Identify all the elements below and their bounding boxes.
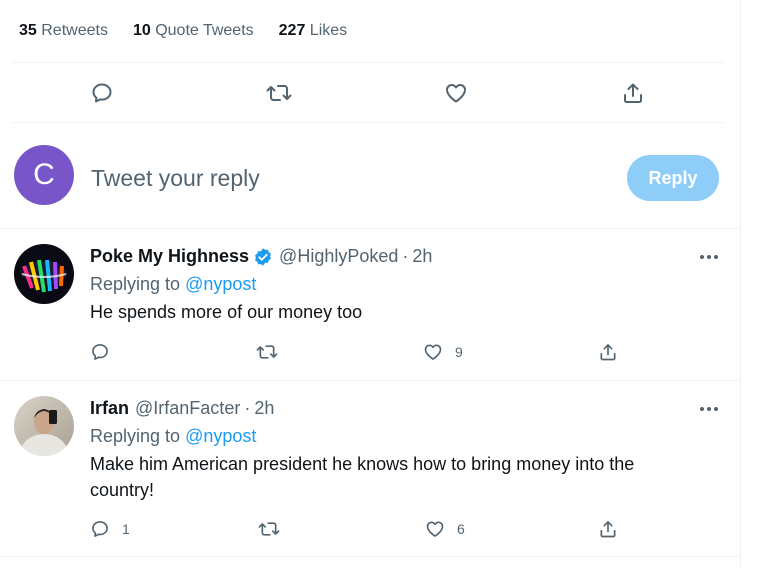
- share-icon: [600, 521, 616, 538]
- separator-dot: ·: [244, 398, 251, 418]
- tweet-stats: 35 Retweets 10 Quote Tweets 227 Likes: [19, 20, 372, 42]
- share-action-button[interactable]: [598, 341, 618, 363]
- more-options-button[interactable]: [698, 247, 720, 267]
- share-action-button[interactable]: [620, 80, 646, 106]
- tweet-text: Make him American president he knows how…: [90, 454, 635, 500]
- heart-icon: [426, 521, 444, 537]
- user-handle[interactable]: @HighlyPoked: [279, 246, 398, 267]
- retweet-action-button[interactable]: [258, 518, 292, 540]
- tweet-text: He spends more of our money too: [90, 302, 363, 322]
- reply-action-button[interactable]: [90, 341, 122, 363]
- replying-to: Replying to @nypost: [90, 426, 256, 447]
- retweet-icon: [256, 345, 278, 359]
- reply-action-button[interactable]: [89, 80, 115, 106]
- likes-stat[interactable]: 227 Likes: [279, 22, 348, 40]
- replying-prefix: Replying to: [90, 274, 181, 294]
- replying-to: Replying to @nypost: [90, 274, 256, 295]
- separator-dot: ·: [402, 246, 409, 266]
- like-action-button[interactable]: 9: [423, 341, 463, 363]
- retweets-stat[interactable]: 35 Retweets: [19, 22, 108, 40]
- retweet-action-button[interactable]: [266, 80, 292, 106]
- reply-action-button[interactable]: 1: [90, 518, 130, 540]
- more-options-button[interactable]: [698, 399, 720, 419]
- like-count: 6: [457, 521, 465, 537]
- divider: [0, 556, 741, 557]
- divider: [13, 122, 723, 123]
- heart-icon: [446, 84, 466, 103]
- heart-icon: [424, 344, 442, 360]
- reply-tweet[interactable]: Irfan @IrfanFacter · 2h Replying to @nyp…: [0, 381, 741, 556]
- more-icon: [700, 407, 718, 411]
- share-icon: [624, 83, 642, 103]
- avatar-image: [14, 396, 74, 456]
- user-handle[interactable]: @IrfanFacter: [135, 398, 240, 419]
- retweet-icon: [266, 85, 292, 101]
- timestamp[interactable]: 2h: [412, 246, 432, 267]
- tweet-detail-column: 35 Retweets 10 Quote Tweets 227 Likes C …: [0, 0, 741, 568]
- comment-icon: [92, 83, 112, 103]
- divider: [13, 62, 723, 63]
- avatar[interactable]: [14, 244, 74, 304]
- avatar-letter: C: [33, 158, 55, 191]
- like-count: 9: [455, 344, 463, 360]
- user-avatar[interactable]: C: [14, 145, 74, 205]
- replying-prefix: Replying to: [90, 426, 181, 446]
- reply-input[interactable]: [91, 162, 591, 194]
- share-icon: [600, 344, 616, 361]
- avatar-image: [14, 244, 74, 304]
- comment-icon: [92, 344, 108, 360]
- more-icon: [700, 255, 718, 259]
- retweet-action-button[interactable]: [256, 341, 290, 363]
- reply-button[interactable]: Reply: [627, 155, 719, 201]
- like-action-button[interactable]: 6: [425, 518, 465, 540]
- display-name[interactable]: Irfan: [90, 398, 129, 419]
- mention-link[interactable]: @nypost: [185, 274, 256, 294]
- reply-count: 1: [122, 521, 130, 537]
- like-action-button[interactable]: [443, 80, 469, 106]
- display-name[interactable]: Poke My Highness: [90, 246, 249, 267]
- mention-link[interactable]: @nypost: [185, 426, 256, 446]
- timestamp[interactable]: 2h: [254, 398, 274, 419]
- quote-tweets-stat[interactable]: 10 Quote Tweets: [133, 22, 254, 40]
- share-action-button[interactable]: [598, 518, 618, 540]
- retweet-icon: [258, 522, 280, 536]
- comment-icon: [92, 521, 108, 537]
- reply-tweet[interactable]: Poke My Highness @HighlyPoked · 2h Reply…: [0, 229, 741, 380]
- verified-badge-icon: [253, 247, 273, 267]
- avatar[interactable]: [14, 396, 74, 456]
